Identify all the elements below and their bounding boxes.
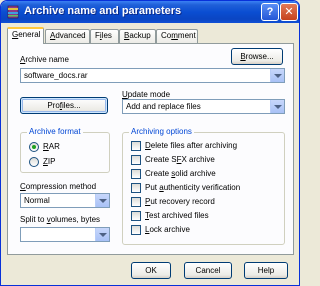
archive-name-combobox[interactable]: software_docs.rar — [20, 68, 285, 83]
create-sfx-label[interactable]: Create SFX archive — [145, 155, 215, 164]
recovery-record-label[interactable]: Put recovery record — [145, 197, 215, 206]
title-bar[interactable]: Archive name and parameters ? ✕ — [1, 1, 299, 23]
create-solid-label[interactable]: Create solid archive — [145, 169, 216, 178]
cancel-button[interactable]: Cancel — [184, 262, 232, 279]
profiles-button[interactable]: Profiles... — [20, 97, 108, 114]
archive-format-group: Archive format RAR ZIP — [20, 127, 110, 173]
tab-advanced-label: dvanced — [55, 31, 86, 40]
create-solid-checkbox[interactable] — [131, 169, 141, 179]
archive-format-title: Archive format — [27, 127, 83, 136]
ok-button[interactable]: OK — [131, 262, 171, 279]
archive-dialog-window: Archive name and parameters ? ✕ General … — [0, 0, 300, 286]
delete-files-checkbox[interactable] — [131, 141, 141, 151]
window-title: Archive name and parameters — [24, 5, 182, 17]
zip-radio[interactable] — [29, 157, 39, 167]
recovery-record-checkbox[interactable] — [131, 197, 141, 207]
tab-backup[interactable]: Backup — [119, 29, 156, 43]
chevron-down-icon[interactable] — [270, 100, 284, 113]
help-button[interactable]: Help — [244, 262, 288, 279]
winrar-app-icon — [6, 5, 20, 19]
delete-files-label[interactable]: Delete files after archiving — [145, 141, 237, 150]
authenticity-label[interactable]: Put authenticity verification — [145, 183, 240, 192]
tab-general[interactable]: General — [7, 27, 44, 44]
archive-name-label: Archive name — [20, 55, 69, 64]
tab-files[interactable]: Files — [90, 29, 119, 43]
tab-comment-label: ment — [177, 31, 196, 40]
authenticity-checkbox[interactable] — [131, 183, 141, 193]
rar-radio[interactable] — [29, 142, 39, 152]
split-volumes-label: Split to volumes, bytes — [20, 215, 101, 224]
archive-name-value: software_docs.rar — [24, 71, 88, 80]
tab-comment-label-pre: Co — [161, 31, 172, 40]
compression-method-label: Compression method — [20, 182, 97, 191]
close-title-button[interactable]: ✕ — [280, 3, 298, 21]
test-files-checkbox[interactable] — [131, 211, 141, 221]
zip-radio-label[interactable]: ZIP — [43, 157, 55, 166]
question-icon: ? — [266, 6, 274, 18]
tab-comment[interactable]: Comment — [156, 29, 198, 43]
general-tab-panel: Archive name Browse... software_docs.rar… — [7, 43, 294, 255]
help-title-button[interactable]: ? — [261, 3, 279, 21]
tab-general-label: eneral — [18, 30, 41, 39]
tab-files-label: les — [101, 31, 112, 40]
test-files-label[interactable]: Test archived files — [145, 211, 209, 220]
update-mode-label: Update mode — [122, 90, 171, 99]
rar-radio-label[interactable]: RAR — [43, 142, 60, 151]
browse-button[interactable]: Browse... — [231, 48, 283, 65]
chevron-down-icon[interactable] — [270, 69, 284, 82]
lock-archive-label[interactable]: Lock archive — [145, 225, 190, 234]
create-sfx-checkbox[interactable] — [131, 155, 141, 165]
tab-backup-label: ackup — [129, 31, 151, 40]
close-icon: ✕ — [284, 6, 294, 18]
chevron-down-icon[interactable] — [95, 194, 109, 207]
chevron-down-icon[interactable] — [95, 228, 109, 241]
lock-archive-checkbox[interactable] — [131, 225, 141, 235]
update-mode-value: Add and replace files — [126, 102, 201, 111]
update-mode-select[interactable]: Add and replace files — [122, 99, 285, 114]
archiving-options-title: Archiving options — [129, 127, 194, 136]
tab-comment-mnemonic: m — [171, 31, 178, 40]
compression-method-value: Normal — [24, 196, 50, 205]
archiving-options-group: Archiving options Delete files after arc… — [122, 127, 285, 245]
tab-advanced[interactable]: Advanced — [45, 29, 90, 43]
compression-method-select[interactable]: Normal — [20, 193, 110, 208]
split-volumes-combobox[interactable] — [20, 227, 110, 242]
